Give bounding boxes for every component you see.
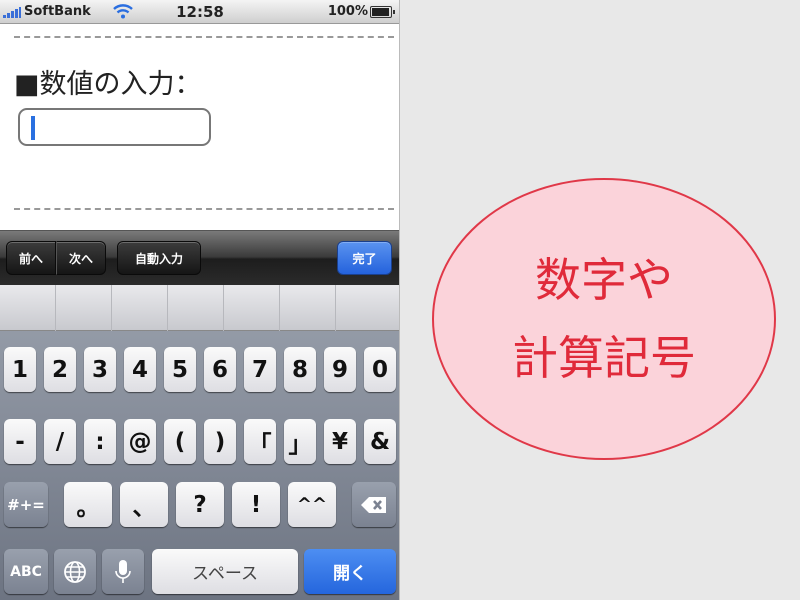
text-cursor: [31, 116, 35, 140]
key-7[interactable]: 7: [244, 347, 276, 392]
key-question[interactable]: ?: [176, 482, 224, 527]
status-bar: SoftBank 12:58 100%: [0, 0, 399, 24]
key-4[interactable]: 4: [124, 347, 156, 392]
key-hyphen[interactable]: -: [4, 419, 36, 464]
key-yen[interactable]: ¥: [324, 419, 356, 464]
candidate-slot[interactable]: [336, 285, 399, 331]
key-0[interactable]: 0: [364, 347, 396, 392]
key-close-bracket[interactable]: 」: [284, 419, 316, 464]
key-slash[interactable]: /: [44, 419, 76, 464]
next-button[interactable]: 次へ: [56, 241, 106, 275]
space-key[interactable]: スペース: [152, 549, 298, 594]
microphone-icon: [115, 559, 131, 583]
key-comma-jp[interactable]: 、: [120, 482, 168, 527]
key-period-jp[interactable]: 。: [64, 482, 112, 527]
key-6[interactable]: 6: [204, 347, 236, 392]
globe-icon: [64, 560, 86, 583]
badge-line-2: 計算記号: [512, 331, 696, 385]
key-more-symbols[interactable]: #+=: [4, 482, 48, 527]
candidate-bar: [0, 285, 399, 331]
candidate-slot[interactable]: [168, 285, 224, 331]
key-2[interactable]: 2: [44, 347, 76, 392]
battery-percent: 100%: [327, 4, 368, 19]
abc-key[interactable]: ABC: [4, 549, 48, 594]
candidate-slot[interactable]: [56, 285, 112, 331]
battery-fill: [372, 8, 389, 16]
divider-top: [14, 36, 394, 38]
key-open-bracket[interactable]: 「: [244, 419, 276, 464]
phone-screen: SoftBank 12:58 100% ■数値の入力： 前へ 次へ 自動入力 完…: [0, 0, 400, 600]
key-9[interactable]: 9: [324, 347, 356, 392]
candidate-slot[interactable]: [280, 285, 336, 331]
caption-badge: 数字や 計算記号: [432, 178, 776, 460]
key-8[interactable]: 8: [284, 347, 316, 392]
backspace-icon: [361, 496, 386, 513]
key-close-paren[interactable]: ): [204, 419, 236, 464]
keyboard: 1 2 3 4 5 6 7 8 9 0 - / : @ ( ) 「 」 ¥ & …: [0, 285, 399, 600]
key-emoticon[interactable]: ^^: [288, 482, 336, 527]
open-key[interactable]: 開く: [304, 549, 396, 594]
divider-bottom: [14, 208, 394, 210]
globe-key[interactable]: [54, 549, 96, 594]
key-5[interactable]: 5: [164, 347, 196, 392]
form-label: ■数値の入力：: [14, 69, 202, 100]
keyboard-accessory-toolbar: 前へ 次へ 自動入力 完了: [0, 230, 399, 285]
autofill-button[interactable]: 自動入力: [117, 241, 201, 275]
prev-button[interactable]: 前へ: [6, 241, 56, 275]
backspace-key[interactable]: [352, 482, 396, 527]
candidate-slot[interactable]: [224, 285, 280, 331]
done-button[interactable]: 完了: [337, 241, 392, 275]
key-ampersand[interactable]: &: [364, 419, 396, 464]
number-input[interactable]: [18, 108, 211, 146]
key-exclamation[interactable]: !: [232, 482, 280, 527]
key-1[interactable]: 1: [4, 347, 36, 392]
badge-line-1: 数字や: [535, 252, 673, 307]
key-open-paren[interactable]: (: [164, 419, 196, 464]
microphone-key[interactable]: [102, 549, 144, 594]
battery-icon: [370, 6, 395, 18]
candidate-slot[interactable]: [112, 285, 168, 331]
key-at[interactable]: @: [124, 419, 156, 464]
key-colon[interactable]: :: [84, 419, 116, 464]
key-3[interactable]: 3: [84, 347, 116, 392]
candidate-slot[interactable]: [0, 285, 56, 331]
